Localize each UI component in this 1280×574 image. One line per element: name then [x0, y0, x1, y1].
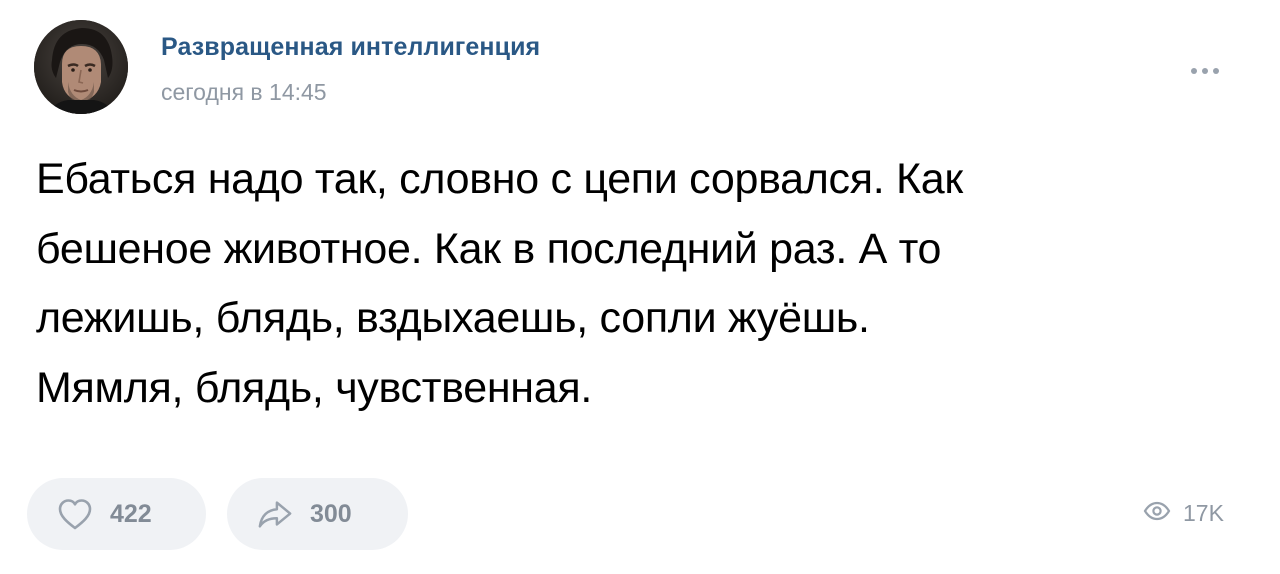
post-card: Развращенная интеллигенция сегодня в 14:…	[0, 0, 1280, 574]
views-counter: 17K	[1143, 500, 1224, 527]
more-dots-icon[interactable]	[1186, 60, 1236, 82]
like-count: 422	[110, 499, 152, 528]
like-button[interactable]: 422	[27, 478, 206, 550]
post-text-line: бешеное животное. Как в последний раз. А…	[36, 224, 942, 273]
share-button[interactable]: 300	[227, 478, 408, 550]
eye-icon	[1143, 501, 1171, 526]
views-count: 17K	[1183, 500, 1224, 526]
author-name[interactable]: Развращенная интеллигенция	[161, 33, 540, 62]
post-text-line: Ебаться надо так, словно с цепи сорвался…	[36, 155, 963, 203]
share-arrow-icon	[257, 496, 293, 532]
avatar-image	[34, 20, 128, 114]
post-text-line: Мямля, блядь, чувственная.	[36, 363, 592, 412]
post-timestamp[interactable]: сегодня в 14:45	[161, 79, 327, 106]
heart-icon	[57, 496, 93, 532]
share-count: 300	[310, 499, 352, 528]
author-avatar[interactable]	[34, 20, 128, 114]
post-text-line: лежишь, блядь, вздыхаешь, сопли жуёшь.	[36, 294, 870, 342]
post-text: Ебаться надо так, словно с цепи сорвался…	[36, 145, 1246, 423]
